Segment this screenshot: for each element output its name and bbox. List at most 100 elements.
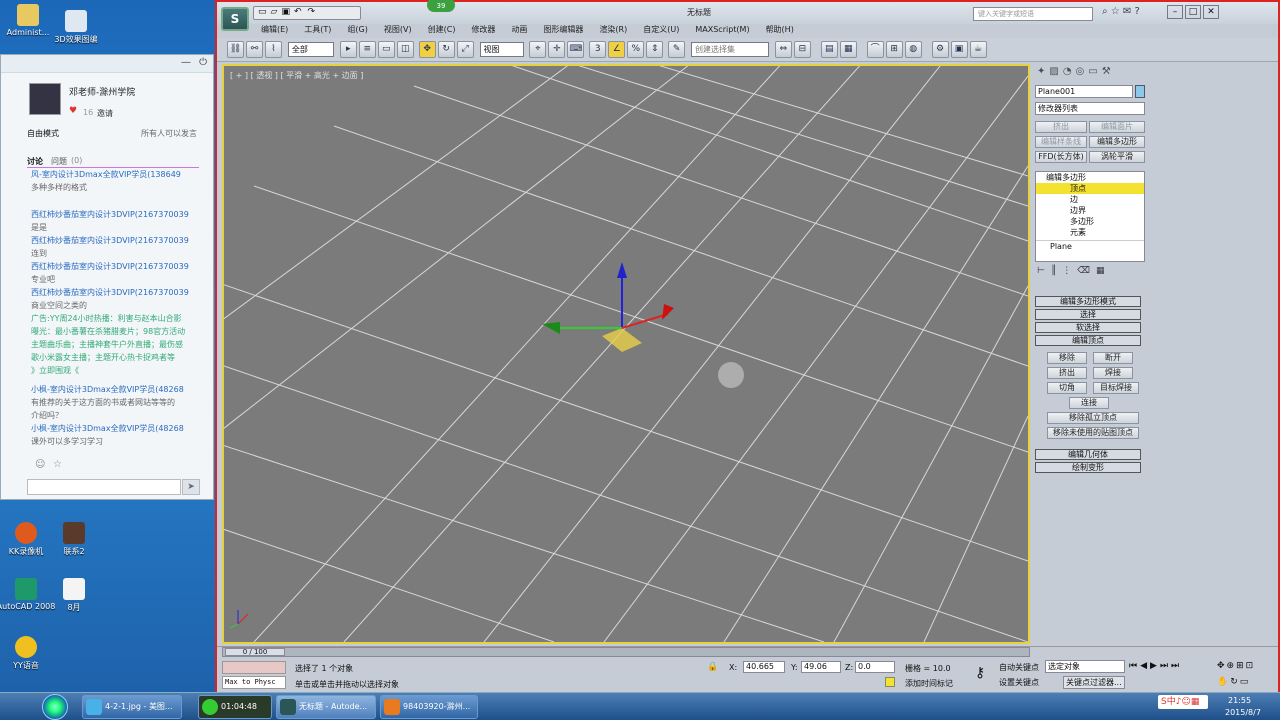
x-coord-field[interactable]: 40.665 xyxy=(743,661,785,673)
stack-item-edit-poly[interactable]: 编辑多边形 xyxy=(1036,172,1144,183)
stack-item-border[interactable]: 边界 xyxy=(1036,205,1144,216)
open-icon[interactable]: ▱ xyxy=(271,7,278,17)
menu-help[interactable]: 帮助(H) xyxy=(758,24,802,35)
auto-key-button[interactable]: 自动关键点 xyxy=(999,662,1039,673)
minimize-icon[interactable]: — xyxy=(181,57,191,68)
tab-question[interactable]: 问题 xyxy=(51,156,67,167)
break-button[interactable]: 断开 xyxy=(1093,352,1133,364)
stack-item-vertex[interactable]: 顶点 xyxy=(1036,183,1144,194)
rotate-icon[interactable]: ↻ xyxy=(437,41,455,58)
app-logo-icon[interactable]: S xyxy=(221,7,249,31)
panel-tabs[interactable]: ✦▨◔◎▭⚒ xyxy=(1037,66,1157,82)
emoji-icon[interactable]: ☺ xyxy=(35,459,45,470)
edit-patch-button[interactable]: 编辑面片 xyxy=(1089,121,1145,133)
link-icon[interactable]: ⛓ xyxy=(227,41,244,58)
mode-selector[interactable]: 自由模式 xyxy=(27,128,59,139)
edit-poly-button[interactable]: 编辑多边形 xyxy=(1089,136,1145,148)
save-icon[interactable]: ▣ xyxy=(281,7,290,17)
chamfer-button[interactable]: 切角 xyxy=(1047,382,1087,394)
tab-discuss[interactable]: 讨论 xyxy=(27,156,43,167)
task-3dsmax[interactable]: 无标题 - Autode... xyxy=(276,695,376,719)
manipulate-icon[interactable]: ✛ xyxy=(548,41,566,58)
unlink-icon[interactable]: ⚯ xyxy=(246,41,263,58)
key-filters-button[interactable]: 关键点过滤器... xyxy=(1063,676,1125,689)
layer-icon[interactable]: ▤ xyxy=(820,41,838,58)
maximize-button[interactable]: □ xyxy=(1185,5,1201,19)
ffd-box-button[interactable]: FFD(长方体) xyxy=(1035,151,1087,163)
keyboard-shortcut-icon[interactable]: ⌨ xyxy=(567,41,585,58)
new-icon[interactable]: ▭ xyxy=(258,7,267,17)
key-mode-dropdown[interactable]: 选定对象 xyxy=(1045,660,1125,673)
minimize-button[interactable]: – xyxy=(1167,5,1183,19)
render-setup-icon[interactable]: ⚙ xyxy=(931,41,949,58)
rendered-frame-icon[interactable]: ▣ xyxy=(950,41,968,58)
desktop-icon-3d[interactable]: 3D效果图编 xyxy=(44,10,108,45)
extrude-modifier-button[interactable]: 挤出 xyxy=(1035,121,1087,133)
percent-snap-icon[interactable]: % xyxy=(627,41,645,58)
avatar[interactable] xyxy=(29,83,61,115)
add-time-tag[interactable]: 添加时间标记 xyxy=(905,678,953,689)
connect-button[interactable]: 连接 xyxy=(1069,397,1109,409)
send-icon[interactable]: ➤ xyxy=(182,479,200,495)
rect-select-icon[interactable]: ▭ xyxy=(377,41,395,58)
quick-access-toolbar[interactable]: ▭ ▱ ▣ ↶ ↷ xyxy=(253,6,361,20)
render-icon[interactable]: ☕ xyxy=(969,41,987,58)
reference-coord-dropdown[interactable]: 视图 xyxy=(479,42,524,57)
y-coord-field[interactable]: 49.06 xyxy=(801,661,841,673)
script-line[interactable]: Max to Physc xyxy=(222,676,286,689)
object-color-swatch[interactable] xyxy=(1135,85,1145,98)
z-coord-field[interactable]: 0.0 xyxy=(855,661,895,673)
stack-item-plane[interactable]: Plane xyxy=(1036,240,1144,251)
bind-icon[interactable]: ⌇ xyxy=(265,41,282,58)
invite-link[interactable]: 邀请 xyxy=(97,108,113,119)
playback-controls[interactable]: ⏮◀▶⏭⏭ xyxy=(1129,661,1182,671)
stack-item-element[interactable]: 元素 xyxy=(1036,227,1144,238)
ime-toolbar[interactable]: S中♪☺▦ xyxy=(1158,695,1208,709)
ribbon-icon[interactable]: ▦ xyxy=(839,41,857,58)
desktop-icon-aug[interactable]: 8月 xyxy=(42,578,106,613)
menu-customize[interactable]: 自定义(U) xyxy=(635,24,687,35)
power-icon[interactable]: ⏻ xyxy=(199,57,207,68)
menu-render[interactable]: 渲染(R) xyxy=(591,24,635,35)
turbosmooth-button[interactable]: 涡轮平滑 xyxy=(1089,151,1145,163)
extrude-button[interactable]: 挤出 xyxy=(1047,367,1087,379)
move-gizmo[interactable] xyxy=(542,262,674,352)
target-weld-button[interactable]: 目标焊接 xyxy=(1093,382,1139,394)
spinner-snap-icon[interactable]: ⇕ xyxy=(646,41,664,58)
material-editor-icon[interactable]: ◍ xyxy=(904,41,922,58)
start-button[interactable] xyxy=(42,694,68,720)
select-icon[interactable]: ▸ xyxy=(339,41,357,58)
menu-modifiers[interactable]: 修改器 xyxy=(463,24,503,35)
rollout-edit-poly-mode[interactable]: 编辑多边形模式 xyxy=(1035,296,1141,307)
remove-unused-map-button[interactable]: 移除未使用的贴图顶点 xyxy=(1047,427,1139,439)
rollout-edit-geometry[interactable]: 编辑几何体 xyxy=(1035,449,1141,460)
star-icon[interactable]: ☆ xyxy=(53,459,62,470)
time-slider[interactable]: 0 / 100 xyxy=(222,647,1030,657)
menu-maxscript[interactable]: MAXScript(M) xyxy=(687,25,757,34)
schematic-icon[interactable]: ⊞ xyxy=(885,41,903,58)
task-meitu[interactable]: 4-2-1.jpg - 美图... xyxy=(82,695,182,719)
weld-button[interactable]: 焊接 xyxy=(1093,367,1133,379)
desktop-icon-yy[interactable]: YY语音 xyxy=(0,636,58,671)
help-icons[interactable]: ⌕ ☆ ✉ ? xyxy=(1102,6,1140,17)
edit-named-sel-icon[interactable]: ✎ xyxy=(668,41,686,58)
desktop-icon-lx[interactable]: 联系2 xyxy=(42,522,106,557)
rollout-selection[interactable]: 选择 xyxy=(1035,309,1141,320)
undo-icon[interactable]: ↶ xyxy=(294,7,302,17)
chat-input[interactable] xyxy=(27,479,181,495)
modifier-stack[interactable]: 编辑多边形 顶点 边 边界 多边形 元素 Plane xyxy=(1035,171,1145,262)
task-recorder[interactable]: 01:04:48 xyxy=(198,695,272,719)
viewport-nav-icons-2[interactable]: ✋↻▭ xyxy=(1217,677,1250,687)
modifier-list-dropdown[interactable]: 修改器列表 xyxy=(1035,102,1145,115)
remove-isolated-button[interactable]: 移除孤立顶点 xyxy=(1047,412,1139,424)
edit-spline-button[interactable]: 编辑样条线 xyxy=(1035,136,1087,148)
search-input[interactable]: 键入关键字或短语 xyxy=(973,7,1093,21)
key-icon[interactable]: ⚷ xyxy=(975,665,985,681)
align-icon[interactable]: ⊟ xyxy=(793,41,811,58)
select-by-name-icon[interactable]: ≡ xyxy=(358,41,376,58)
menu-tools[interactable]: 工具(T) xyxy=(296,24,339,35)
viewport-label[interactable]: [ + ] [ 透视 ] [ 平滑 + 高光 + 边面 ] xyxy=(230,70,363,81)
menu-animation[interactable]: 动画 xyxy=(503,24,535,35)
rollout-paint-deform[interactable]: 绘制变形 xyxy=(1035,462,1141,473)
perspective-viewport[interactable]: [ + ] [ 透视 ] [ 平滑 + 高光 + 边面 ] xyxy=(222,64,1030,644)
